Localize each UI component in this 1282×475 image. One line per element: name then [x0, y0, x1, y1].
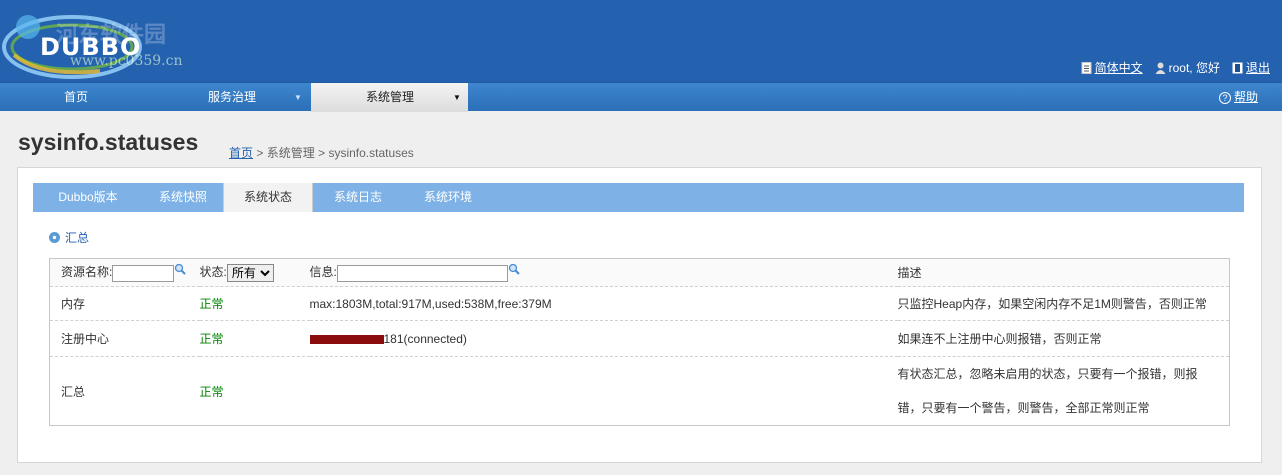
language-link[interactable]: 简体中文 — [1081, 59, 1143, 76]
tab-system-status[interactable]: 系统状态 — [223, 183, 313, 212]
search-icon[interactable] — [508, 263, 520, 276]
table-row: 注册中心 正常 181(connected) 如果连不上注册中心则报错，否则正常 — [49, 320, 1230, 357]
description-header: 描述 — [897, 258, 1230, 287]
tab-system-snapshot[interactable]: 系统快照 — [143, 183, 223, 212]
logout-link[interactable]: 退出 — [1232, 59, 1270, 76]
status-filter-label: 状态: — [199, 265, 227, 280]
dropdown-arrow-icon: ▼ — [294, 93, 302, 102]
logout-icon — [1232, 62, 1243, 73]
help-link[interactable]: ? 帮助 — [1218, 83, 1258, 112]
tab-label: 系统日志 — [333, 190, 382, 204]
info-value: max:1803M,total:917M,used:538M,free:379M — [309, 286, 898, 321]
breadcrumb: 首页 > 系统管理 > sysinfo.statuses — [229, 144, 414, 161]
resource-filter-label: 资源名称: — [61, 265, 113, 280]
section-title: 汇总 — [49, 229, 89, 246]
tab-system-log[interactable]: 系统日志 — [313, 183, 403, 212]
nav-item-system-management[interactable]: 系统管理 ▼ — [311, 83, 468, 112]
nav-item-home[interactable]: 首页 — [0, 83, 152, 112]
filter-row: 资源名称: 状态: 所有 信息: 描述 — [49, 258, 1230, 287]
info-suffix: 181(connected) — [383, 331, 467, 346]
nav-item-label: 系统管理 — [366, 90, 415, 104]
document-icon — [1081, 61, 1092, 74]
breadcrumb-separator: > — [256, 146, 264, 160]
status-value: 正常 — [199, 384, 224, 399]
help-icon: ? — [1218, 91, 1231, 104]
greeting-text: root, 您好 — [1168, 61, 1220, 75]
resource-filter: 资源名称: — [49, 258, 200, 287]
breadcrumb-home[interactable]: 首页 — [229, 146, 253, 160]
status-select[interactable]: 所有 — [226, 263, 274, 282]
resource-name-input[interactable] — [112, 264, 175, 282]
breadcrumb-current: sysinfo.statuses — [328, 146, 414, 160]
section-title-label: 汇总 — [65, 231, 90, 245]
status-value: 正常 — [199, 286, 310, 321]
tab-label: 系统状态 — [243, 190, 292, 204]
main-nav: 首页 服务治理 ▼ 系统管理 ▼ ? 帮助 — [0, 82, 1282, 112]
nav-item-label: 服务治理 — [208, 90, 257, 104]
description-line: 有状态汇总，忽略未启用的状态，只要有一个报错，则报 — [897, 367, 1198, 381]
user-greeting: root, 您好 — [1155, 59, 1220, 76]
content-panel: Dubbo版本 系统快照 系统状态 系统日志 系统环境 汇总 资源名称: 状态:… — [17, 167, 1262, 463]
description-value: 如果连不上注册中心则报错，否则正常 — [897, 320, 1230, 357]
nav-item-service-governance[interactable]: 服务治理 ▼ — [152, 83, 310, 112]
info-value: 181(connected) — [309, 320, 898, 357]
description-value: 有状态汇总，忽略未启用的状态，只要有一个报错，则报 错，只要有一个警告，则警告，… — [898, 357, 1230, 426]
resource-name: 内存 — [49, 286, 200, 321]
status-table: 资源名称: 状态: 所有 信息: 描述 内存 正常 max:1803M,total… — [49, 258, 1230, 426]
user-icon — [1155, 62, 1166, 74]
page-title: sysinfo.statuses — [18, 129, 199, 155]
dubbo-logo[interactable]: 河东软件园 DUBBO www.pc0359.cn — [0, 5, 230, 80]
search-icon[interactable] — [174, 263, 187, 276]
gear-icon — [49, 232, 60, 243]
top-links: 简体中文 root, 您好 退出 — [1081, 59, 1270, 76]
status-value: 正常 — [199, 320, 310, 357]
resource-name: 注册中心 — [49, 320, 200, 357]
table-row: 内存 正常 max:1803M,total:917M,used:538M,fre… — [49, 286, 1230, 321]
dropdown-arrow-icon: ▼ — [453, 93, 461, 102]
help-label: 帮助 — [1233, 90, 1258, 104]
nav-item-label: 首页 — [64, 90, 89, 104]
tab-bar: Dubbo版本 系统快照 系统状态 系统日志 系统环境 — [33, 183, 1244, 212]
redacted-address — [309, 334, 384, 344]
logout-label[interactable]: 退出 — [1246, 59, 1270, 76]
tab-dubbo-version[interactable]: Dubbo版本 — [33, 183, 143, 212]
watermark-url: www.pc0359.cn — [70, 53, 183, 69]
info-filter: 信息: — [309, 258, 898, 287]
info-value — [310, 357, 898, 426]
description-value: 只监控Heap内存，如果空闲内存不足1M则警告，否则正常 — [897, 286, 1230, 321]
info-filter-label: 信息: — [309, 265, 337, 280]
resource-name: 汇总 — [61, 384, 86, 399]
breadcrumb-section: 系统管理 — [266, 146, 315, 160]
tab-label: 系统环境 — [423, 190, 472, 204]
app-header: 河东软件园 DUBBO www.pc0359.cn 简体中文 root, 您好 … — [0, 0, 1282, 82]
info-input[interactable] — [336, 264, 508, 282]
tab-label: 系统快照 — [158, 190, 207, 204]
tab-system-environment[interactable]: 系统环境 — [403, 183, 493, 212]
description-line: 错，只要有一个警告，则警告，全部正常则正常 — [897, 401, 1150, 415]
status-filter: 状态: 所有 — [199, 258, 310, 287]
tab-label: Dubbo版本 — [58, 190, 118, 204]
table-row: 汇总 正常 有状态汇总，忽略未启用的状态，只要有一个报错，则报 错，只要有一个警… — [50, 357, 1230, 426]
breadcrumb-separator: > — [318, 146, 326, 160]
language-label[interactable]: 简体中文 — [1095, 59, 1143, 76]
